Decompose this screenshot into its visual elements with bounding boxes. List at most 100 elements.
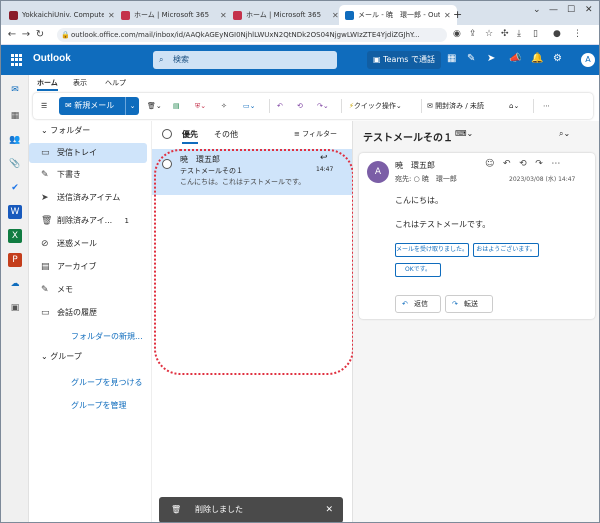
reply-all-icon[interactable]: ⟲ (519, 159, 527, 169)
chevron-down-icon[interactable]: ⌄ (533, 5, 541, 15)
excel-icon[interactable]: X (8, 229, 22, 243)
close-tab-icon[interactable]: ✕ (332, 11, 339, 20)
report-icon[interactable]: ⛨⌄ (195, 98, 206, 114)
folder-item-notes[interactable]: ✎ メモ (29, 280, 151, 300)
calendar-icon[interactable]: ▦ (447, 53, 456, 64)
new-tab-icon[interactable]: + (453, 8, 462, 21)
find-groups-link[interactable]: グループを見つける (71, 377, 143, 388)
profile-icon[interactable]: ● (553, 29, 561, 39)
reply-all-icon[interactable]: ⟲ (297, 98, 303, 114)
select-checkbox[interactable] (162, 159, 172, 169)
tab-focused[interactable]: 優先 (182, 129, 198, 144)
hamburger-icon[interactable]: ☰ (41, 98, 47, 114)
browser-tab[interactable]: ホーム | Microsoft 365 ✕ (227, 5, 345, 25)
sidebar-icon[interactable]: ▯ (533, 29, 538, 39)
divider (341, 99, 342, 113)
divider (421, 99, 422, 113)
tag-icon[interactable]: ⌂⌄ (509, 98, 519, 114)
suggested-reply-button[interactable]: メールを受け取りました。 (395, 243, 469, 257)
folder-item-sent[interactable]: ➤ 送信済みアイテム (29, 188, 151, 208)
folder-item-deleted[interactable]: 🗑 削除済みアイ... 1 (29, 211, 151, 231)
email-sender[interactable]: 暁 環五郎 (395, 160, 435, 171)
tab-other[interactable]: その他 (214, 129, 238, 140)
app-launcher-icon[interactable] (11, 54, 23, 66)
suggested-reply-button[interactable]: OKです。 (395, 263, 441, 277)
todo-icon[interactable]: ✔ (8, 181, 22, 195)
teams-call-button[interactable]: ▣ Teams で通話 (367, 51, 441, 69)
forward-icon[interactable]: ↷⌄ (317, 98, 329, 114)
gear-icon[interactable]: ⚙ (553, 53, 562, 64)
more-options-icon[interactable]: ⋯ (551, 159, 560, 169)
groups-section-header[interactable]: ⌄ グループ (41, 349, 82, 365)
forward-button[interactable]: ↷ 転送 (445, 295, 493, 313)
reply-icon[interactable]: ↶ (277, 98, 283, 114)
extension-icon[interactable]: ✣ (501, 29, 509, 39)
close-window-icon[interactable]: ✕ (585, 5, 593, 15)
new-mail-button[interactable]: ✉ 新規メール ⌄ (59, 97, 139, 115)
onedrive-icon[interactable]: ☁ (8, 277, 22, 291)
folder-item-inbox[interactable]: ▭ 受信トレイ (29, 143, 147, 163)
tab-home[interactable]: ホーム (37, 78, 58, 91)
filter-icon: ≡ (294, 130, 303, 138)
folder-item-conversation-history[interactable]: ▭ 会話の履歴 (29, 303, 151, 323)
back-icon[interactable]: ← (5, 29, 19, 40)
chevron-down-icon[interactable]: ⌄ (125, 97, 139, 115)
manage-groups-link[interactable]: グループを管理 (71, 400, 127, 411)
share-icon[interactable]: ⇪ (469, 29, 477, 39)
reply-button[interactable]: ↶ 返信 (395, 295, 441, 313)
delete-icon[interactable]: 🗑⌄ (147, 98, 162, 114)
summary-icon[interactable]: ⌨⌄ (455, 129, 473, 138)
edit-icon[interactable]: ✎ (467, 53, 475, 64)
people-icon[interactable]: 👥 (8, 133, 22, 147)
move-icon[interactable]: ▭⌄ (243, 98, 255, 114)
star-icon[interactable]: ☆ (485, 29, 493, 39)
close-tab-icon[interactable]: ✕ (108, 11, 115, 20)
search-input[interactable]: ⌕ 検索 (153, 51, 337, 69)
forward-icon[interactable]: ↷ (535, 159, 543, 169)
minimize-icon[interactable]: — (549, 5, 558, 15)
suggested-reply-button[interactable]: おはようございます。 (473, 243, 539, 257)
filter-button[interactable]: ≡ フィルター (294, 129, 337, 139)
emoji-icon[interactable]: ☺ (485, 159, 494, 169)
quick-steps-button[interactable]: ⚡クイック操作⌄ (349, 98, 402, 114)
list-item[interactable]: 暁 環五郎 テストメールその１ こんにちは。これはテストメールです。 ↩ 14:… (152, 149, 352, 195)
reload-icon[interactable]: ↻ (33, 29, 47, 40)
bell-icon[interactable]: 🔔 (531, 53, 543, 64)
folder-item-junk[interactable]: ⊘ 迷惑メール (29, 234, 151, 254)
megaphone-icon[interactable]: 📣 (509, 53, 521, 64)
more-apps-icon[interactable]: ▣ (8, 301, 22, 315)
attachment-icon[interactable]: 📎 (8, 157, 22, 171)
zoom-icon[interactable]: ⌕⌄ (559, 129, 570, 139)
email-subject-title: テストメールその１ (363, 133, 453, 144)
close-icon[interactable]: ✕ (325, 497, 333, 522)
word-icon[interactable]: W (8, 205, 22, 219)
folders-section-header[interactable]: ⌄ フォルダー (41, 123, 90, 139)
powerpoint-icon[interactable]: P (8, 253, 22, 267)
tab-view[interactable]: 表示 (73, 78, 87, 88)
avatar[interactable]: A (581, 53, 595, 67)
eye-icon[interactable]: ◉ (453, 29, 461, 39)
tab-help[interactable]: ヘルプ (105, 78, 126, 88)
folder-item-drafts[interactable]: ✎ 下書き (29, 165, 151, 185)
mail-icon[interactable]: ✉ (8, 83, 22, 97)
reply-icon[interactable]: ↶ (503, 159, 511, 169)
select-all-checkbox[interactable] (162, 129, 172, 139)
archive-icon[interactable]: ▤ (173, 98, 180, 114)
url-field[interactable]: 🔒 outlook.office.com/mail/inbox/id/AAQkA… (57, 28, 447, 42)
forward-icon[interactable]: → (19, 29, 33, 40)
browser-tab[interactable]: ホーム | Microsoft 365 ✕ (115, 5, 233, 25)
close-tab-icon[interactable]: ✕ (444, 11, 451, 20)
menu-icon[interactable]: ⋮ (573, 29, 582, 39)
new-folder-link[interactable]: フォルダーの新規... (71, 331, 143, 342)
browser-tab[interactable]: YokkaichiUniv. Compute ✕ (3, 5, 121, 25)
close-tab-icon[interactable]: ✕ (220, 11, 227, 20)
read-unread-button[interactable]: ✉ 開封済み / 未読 (427, 98, 484, 114)
maximize-icon[interactable]: ☐ (567, 5, 575, 15)
send-icon[interactable]: ➤ (487, 53, 495, 64)
folder-item-archive[interactable]: ▤ アーカイブ (29, 257, 151, 277)
sweep-icon[interactable]: ✧ (221, 98, 227, 114)
browser-tab-active[interactable]: メール - 暁 環一郎 - Out ✕ (339, 5, 457, 25)
calendar-icon[interactable]: ▦ (8, 109, 22, 123)
more-options-icon[interactable]: ⋯ (543, 98, 550, 114)
download-icon[interactable]: ⤓ (517, 29, 521, 39)
